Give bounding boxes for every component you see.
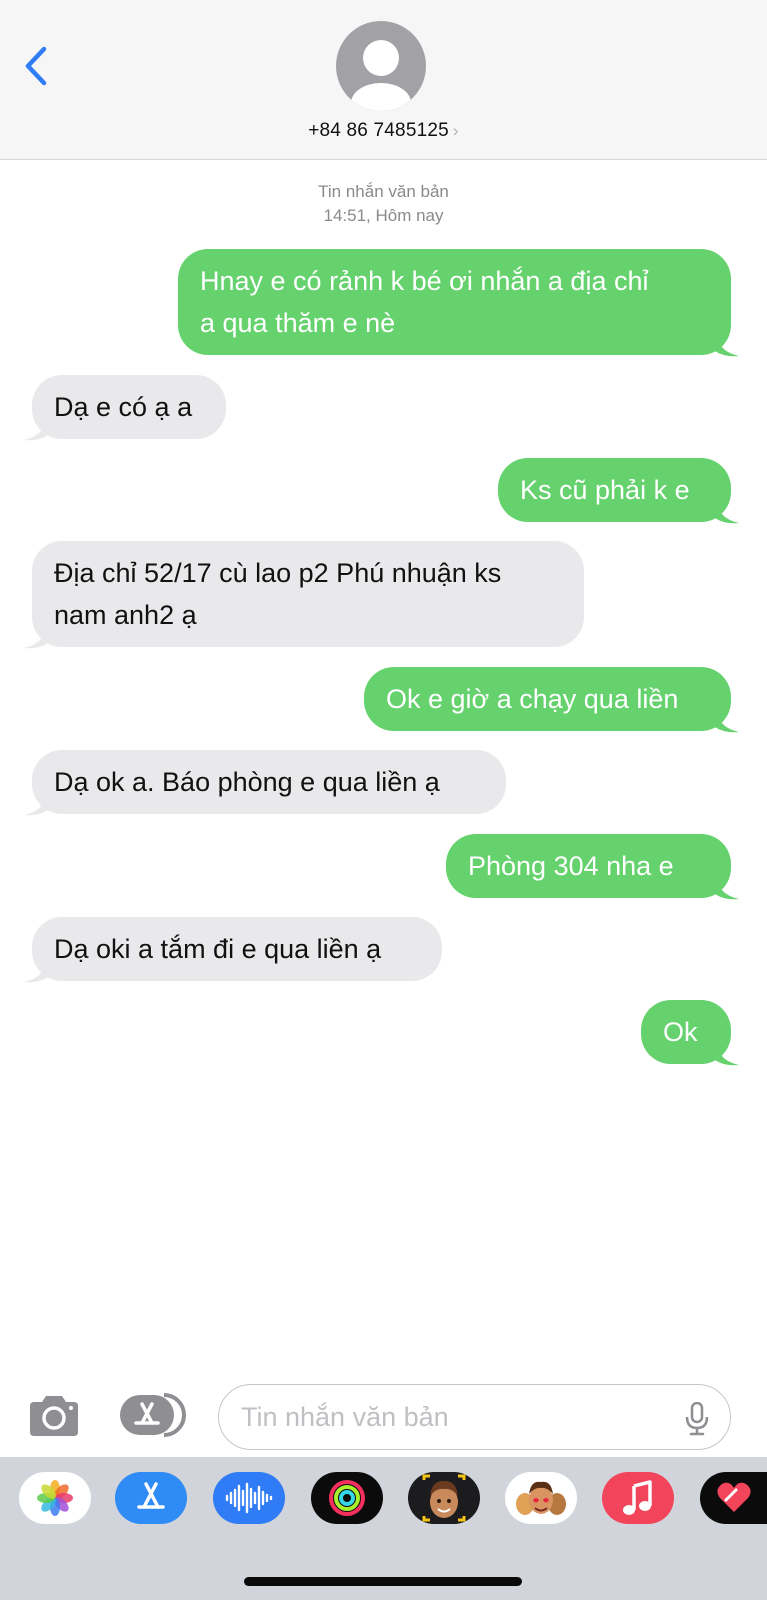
audio-message-icon[interactable]	[213, 1472, 285, 1524]
message-line: Hnay e có rảnh k bé ơi nhắn a địa chỉ	[200, 266, 649, 296]
message-line: Dạ oki a tắm đi e qua liền ạ	[54, 934, 382, 964]
message-line: Dạ ok a. Báo phòng e qua liền ạ	[54, 767, 440, 797]
memoji-stickers-icon[interactable]	[505, 1472, 577, 1524]
message-line: Phòng 304 nha e	[468, 851, 674, 881]
contact-name[interactable]: +84 86 7485125 ›	[0, 120, 767, 142]
composer-bar	[0, 1380, 767, 1450]
bubble-tail	[715, 874, 739, 900]
message-line: Ok e giờ a chạy qua liền	[386, 684, 679, 714]
bubble-tail	[715, 331, 739, 357]
bubble-tail	[715, 498, 739, 524]
photos-flower	[37, 1480, 73, 1516]
imessage-app-strip	[0, 1457, 767, 1600]
person-icon	[351, 40, 411, 111]
microphone-icon[interactable]	[684, 1402, 710, 1436]
bubble-tail	[24, 790, 48, 816]
message-input[interactable]	[218, 1384, 731, 1450]
memoji-icon[interactable]	[408, 1472, 480, 1524]
app-store-icon[interactable]	[115, 1472, 187, 1524]
received-message-bubble[interactable]: Dạ ok a. Báo phòng e qua liền ạ	[32, 750, 506, 814]
app-store-glyph	[137, 1482, 165, 1509]
bubble-tail	[715, 1040, 739, 1066]
message-line: nam anh2 ạ	[54, 600, 197, 630]
sent-message-bubble[interactable]: Ok e giờ a chạy qua liền	[364, 667, 731, 731]
message-line: Địa chỉ 52/17 cù lao p2 Phú nhuận ks	[54, 558, 502, 588]
photos-icon[interactable]	[19, 1472, 91, 1524]
contact-number: +84 86 7485125	[308, 120, 449, 141]
activity-rings	[329, 1480, 365, 1516]
received-message-bubble[interactable]: Dạ e có ạ a	[32, 375, 226, 439]
message-type-label: Tin nhắn văn bản	[318, 182, 449, 201]
heart-glyph	[716, 1482, 751, 1512]
apps-button-icon[interactable]	[118, 1392, 186, 1438]
digital-touch-icon[interactable]	[700, 1472, 767, 1524]
activity-icon[interactable]	[311, 1472, 383, 1524]
back-chevron-icon[interactable]	[22, 44, 52, 88]
thread-meta: Tin nhắn văn bản 14:51, Hôm nay	[0, 180, 767, 228]
bubble-tail	[24, 957, 48, 983]
message-line: a qua thăm e nè	[200, 308, 396, 338]
bubble-tail	[24, 415, 48, 441]
contact-avatar[interactable]	[336, 21, 426, 111]
camera-icon[interactable]	[26, 1394, 82, 1438]
timestamp: 14:51, Hôm nay	[323, 206, 444, 225]
message-line: Ks cũ phải k e	[520, 475, 690, 505]
waveform-glyph	[225, 1482, 273, 1514]
music-note-glyph	[623, 1480, 652, 1515]
message-line: Dạ e có ạ a	[54, 392, 193, 422]
music-icon[interactable]	[602, 1472, 674, 1524]
chevron-right-icon: ›	[452, 121, 459, 140]
received-message-bubble[interactable]: Địa chỉ 52/17 cù lao p2 Phú nhuận ks nam…	[32, 541, 584, 647]
conversation-header: +84 86 7485125 ›	[0, 0, 767, 160]
bubble-tail	[715, 707, 739, 733]
received-message-bubble[interactable]: Dạ oki a tắm đi e qua liền ạ	[32, 917, 442, 981]
memoji-stickers-faces	[516, 1481, 566, 1515]
sent-message-bubble[interactable]: Hnay e có rảnh k bé ơi nhắn a địa chỉ a …	[178, 249, 731, 355]
home-indicator[interactable]	[244, 1577, 522, 1586]
memoji-face	[422, 1474, 466, 1522]
bubble-tail	[24, 623, 48, 649]
sent-message-bubble[interactable]: Phòng 304 nha e	[446, 834, 731, 898]
message-line: Ok	[663, 1017, 698, 1047]
sent-message-bubble[interactable]: Ks cũ phải k e	[498, 458, 731, 522]
